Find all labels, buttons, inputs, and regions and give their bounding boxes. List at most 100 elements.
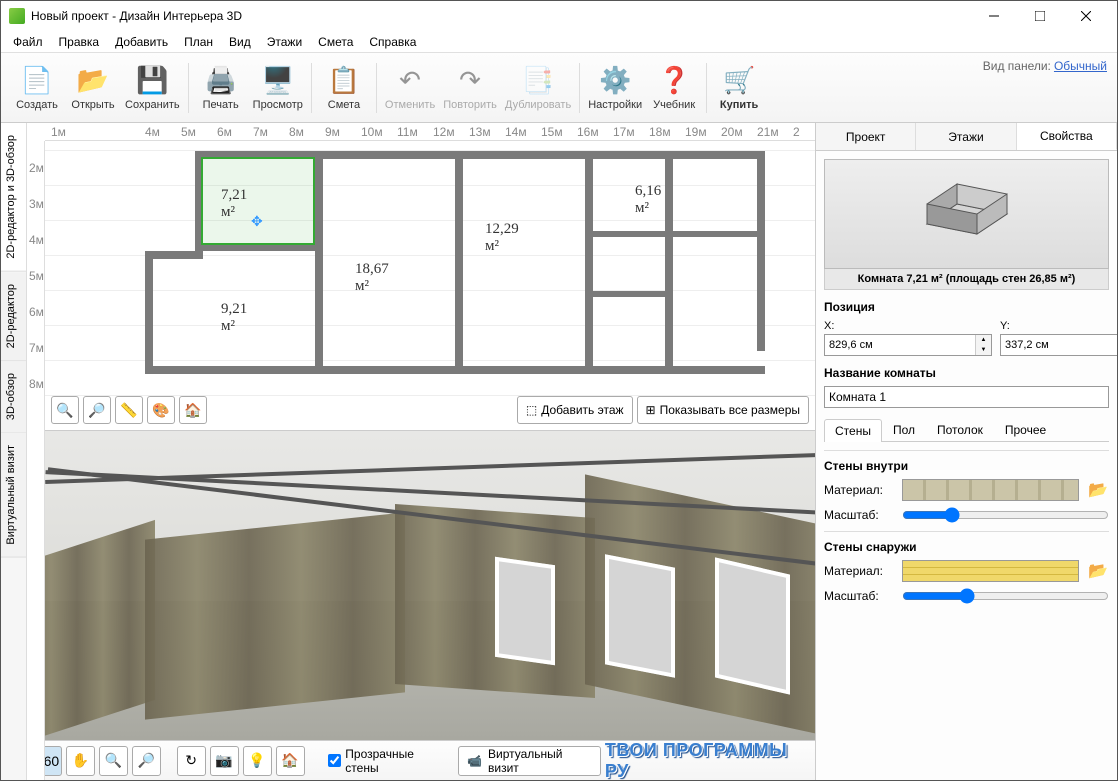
redo-icon: ↷	[454, 65, 486, 97]
vtab-3d[interactable]: 3D-обзор	[1, 361, 26, 433]
rotate-button[interactable]: ↻	[177, 746, 206, 776]
tab-floors[interactable]: Этажи	[916, 123, 1016, 150]
home-button[interactable]: 🏠	[179, 396, 207, 424]
menu-estimate[interactable]: Смета	[310, 33, 361, 51]
room-caption: Комната 7,21 м² (площадь стен 26,85 м²)	[824, 269, 1109, 290]
color-button[interactable]: 🎨	[147, 396, 175, 424]
room-area-2: 6,16 м²	[635, 183, 661, 217]
show-sizes-button[interactable]: ⊞Показывать все размеры	[637, 396, 809, 424]
watermark: ТВОИ ПРОГРАММЫ РУ	[605, 740, 809, 781]
panel-mode: Вид панели: Обычный	[983, 59, 1107, 73]
undo-button[interactable]: ↶Отменить	[381, 57, 439, 119]
subtab-floor[interactable]: Пол	[882, 418, 926, 441]
room-name-input[interactable]	[824, 386, 1109, 408]
gear-icon: ⚙️	[599, 65, 631, 97]
duplicate-button[interactable]: 📑Дублировать	[501, 57, 575, 119]
maximize-button[interactable]	[1017, 1, 1063, 31]
floorplan-2d[interactable]: 7,21 м² 6,16 м² 12,29 м² 18,67 м² 9,21 м…	[45, 141, 815, 431]
selected-room[interactable]	[201, 157, 315, 245]
browse-material-inside-button[interactable]: 📂	[1087, 479, 1109, 501]
video-icon: 📹	[467, 754, 482, 768]
reset-view-button[interactable]: 🏠	[276, 746, 305, 776]
dimensions-icon: ⊞	[646, 403, 656, 417]
view-3d[interactable]	[45, 431, 815, 740]
menu-add[interactable]: Добавить	[107, 33, 176, 51]
titlebar: Новый проект - Дизайн Интерьера 3D	[1, 1, 1117, 31]
zoom-in-button[interactable]: 🔎	[83, 396, 111, 424]
camera-button[interactable]: 📷	[210, 746, 239, 776]
tab-properties[interactable]: Свойства	[1017, 123, 1117, 150]
floorplan-tools-left: 🔍 🔎 📏 🎨 🏠	[51, 396, 207, 424]
settings-button[interactable]: ⚙️Настройки	[584, 57, 646, 119]
undo-icon: ↶	[394, 65, 426, 97]
transparent-walls-checkbox[interactable]: Прозрачные стены	[320, 747, 454, 775]
y-input[interactable]	[1001, 335, 1117, 355]
panel-mode-link[interactable]: Обычный	[1054, 59, 1107, 73]
estimate-button[interactable]: 📋Смета	[316, 57, 372, 119]
room-name-title: Название комнаты	[824, 366, 1109, 380]
scale-inside-slider[interactable]	[902, 507, 1109, 523]
browse-material-outside-button[interactable]: 📂	[1087, 560, 1109, 582]
scale-outside-slider[interactable]	[902, 588, 1109, 604]
x-spinner[interactable]: ▲▼	[975, 335, 991, 355]
move-handle-icon[interactable]: ✥	[251, 213, 263, 230]
material-outside-swatch[interactable]	[902, 560, 1079, 582]
right-tabs: Проект Этажи Свойства	[816, 123, 1117, 151]
properties-subtabs: Стены Пол Потолок Прочее	[824, 418, 1109, 442]
vtab-virtual[interactable]: Виртуальный визит	[1, 433, 26, 558]
add-floor-button[interactable]: ⬚Добавить этаж	[517, 396, 633, 424]
menu-plan[interactable]: План	[176, 33, 221, 51]
zoom-in-3d-button[interactable]: 🔍	[99, 746, 128, 776]
tutorial-button[interactable]: ❓Учебник	[646, 57, 702, 119]
redo-button[interactable]: ↷Повторить	[439, 57, 501, 119]
minimize-button[interactable]	[971, 1, 1017, 31]
preview-button[interactable]: 🖥️Просмотр	[249, 57, 307, 119]
zoom-out-button[interactable]: 🔍	[51, 396, 79, 424]
close-button[interactable]	[1063, 1, 1109, 31]
open-button[interactable]: 📂Открыть	[65, 57, 121, 119]
x-input[interactable]	[825, 335, 975, 355]
vtab-2d[interactable]: 2D-редактор	[1, 272, 26, 361]
separator	[706, 63, 707, 113]
material-label: Материал:	[824, 564, 894, 578]
walls-inside-title: Стены внутри	[824, 459, 1109, 473]
menubar: Файл Правка Добавить План Вид Этажи Смет…	[1, 31, 1117, 53]
floppy-icon: 💾	[136, 65, 168, 97]
menu-edit[interactable]: Правка	[51, 33, 108, 51]
light-button[interactable]: 💡	[243, 746, 272, 776]
material-inside-swatch[interactable]	[902, 479, 1079, 501]
virtual-visit-button[interactable]: 📹 Виртуальный визит	[458, 746, 601, 776]
tab-project[interactable]: Проект	[816, 123, 916, 150]
menu-file[interactable]: Файл	[5, 33, 51, 51]
print-button[interactable]: 🖨️Печать	[193, 57, 249, 119]
layers-icon: ⬚	[526, 403, 537, 417]
properties-body: Комната 7,21 м² (площадь стен 26,85 м²) …	[816, 151, 1117, 780]
right-panel: Проект Этажи Свойства Комната 7,21 м² (п…	[815, 123, 1117, 780]
folder-open-icon: 📂	[77, 65, 109, 97]
measure-button[interactable]: 📏	[115, 396, 143, 424]
pan-button[interactable]: ✋	[66, 746, 95, 776]
buy-button[interactable]: 🛒Купить	[711, 57, 767, 119]
menu-floors[interactable]: Этажи	[259, 33, 310, 51]
canvas-area: 1м 4м 5м 6м 7м 8м 9м 10м 11м 12м 13м 14м…	[27, 123, 815, 780]
room-area-1: 7,21 м²	[221, 187, 247, 221]
subtab-walls[interactable]: Стены	[824, 419, 882, 442]
menu-view[interactable]: Вид	[221, 33, 259, 51]
zoom-out-3d-button[interactable]: 🔎	[132, 746, 161, 776]
ruler-vertical: 2м 3м 4м 5м 6м 7м 8м	[27, 141, 45, 780]
subtab-other[interactable]: Прочее	[994, 418, 1057, 441]
room-area-3: 12,29 м²	[485, 221, 519, 255]
y-label: Y:	[1000, 320, 1117, 332]
subtab-ceiling[interactable]: Потолок	[926, 418, 994, 441]
position-title: Позиция	[824, 300, 1109, 314]
printer-icon: 🖨️	[205, 65, 237, 97]
create-button[interactable]: 📄Создать	[9, 57, 65, 119]
room-area-4: 18,67 м²	[355, 261, 389, 295]
scale-label: Масштаб:	[824, 589, 894, 603]
main: 2D-редактор и 3D-обзор 2D-редактор 3D-об…	[1, 123, 1117, 780]
save-button[interactable]: 💾Сохранить	[121, 57, 184, 119]
menu-help[interactable]: Справка	[361, 33, 424, 51]
vtab-2d-3d[interactable]: 2D-редактор и 3D-обзор	[1, 123, 26, 272]
room-3d-preview[interactable]	[824, 159, 1109, 269]
scale-label: Масштаб:	[824, 508, 894, 522]
